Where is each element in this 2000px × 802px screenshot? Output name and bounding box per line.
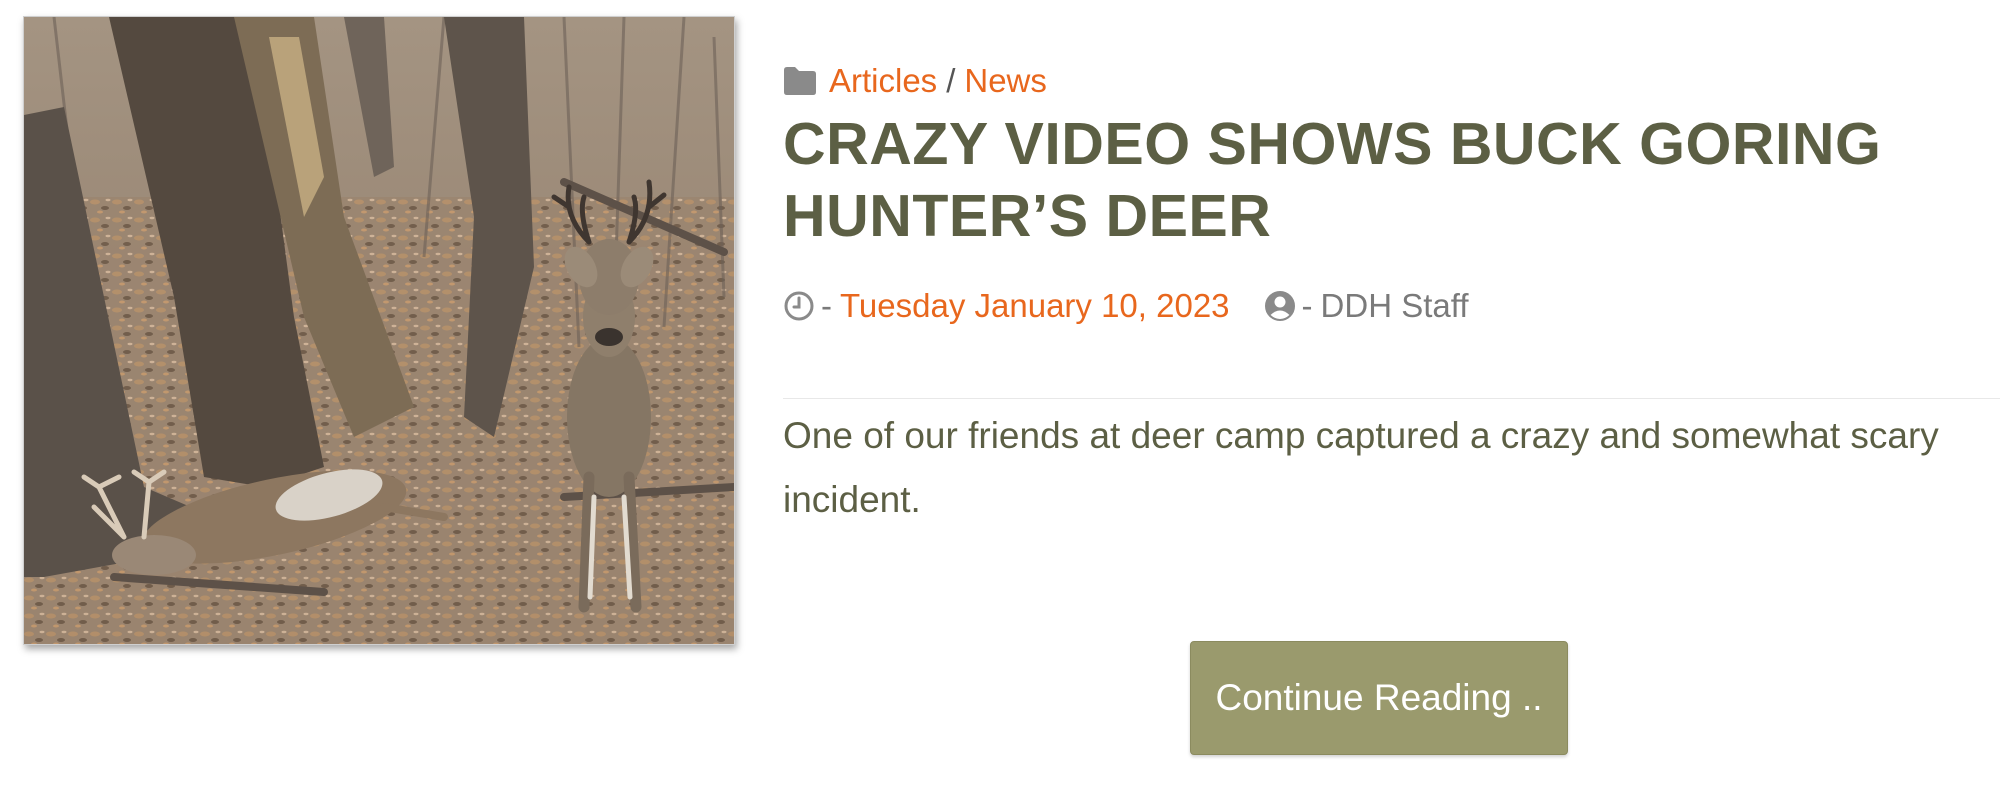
category-separator: / [946, 62, 956, 99]
category-breadcrumb: Articles / News [783, 58, 1047, 104]
article-title[interactable]: CRAZY VIDEO SHOWS BUCK GORING HUNTER’S D… [783, 108, 1983, 252]
deer-photo-illustration [24, 17, 734, 644]
author-prefix: - [1301, 287, 1313, 324]
divider [783, 398, 2000, 399]
article-excerpt: One of our friends at deer camp captured… [783, 415, 1939, 520]
category-link-news[interactable]: News [964, 62, 1047, 100]
clock-icon [784, 291, 814, 321]
article-card: Articles / News CRAZY VIDEO SHOWS BUCK G… [0, 0, 2000, 802]
user-circle-icon [1264, 291, 1295, 321]
folder-icon [784, 67, 816, 95]
post-date-link[interactable]: Tuesday January 10, 2023 [840, 287, 1230, 325]
article-content: Articles / News CRAZY VIDEO SHOWS BUCK G… [783, 0, 2000, 802]
article-thumbnail[interactable] [23, 16, 735, 645]
continue-reading-button[interactable]: Continue Reading .. [1190, 641, 1568, 755]
category-link-articles[interactable]: Articles [829, 62, 937, 100]
date-prefix: - [821, 287, 832, 324]
author-name: DDH Staff [1320, 287, 1469, 324]
article-meta: - Tuesday January 10, 2023 - DDH Staff [783, 284, 1468, 328]
